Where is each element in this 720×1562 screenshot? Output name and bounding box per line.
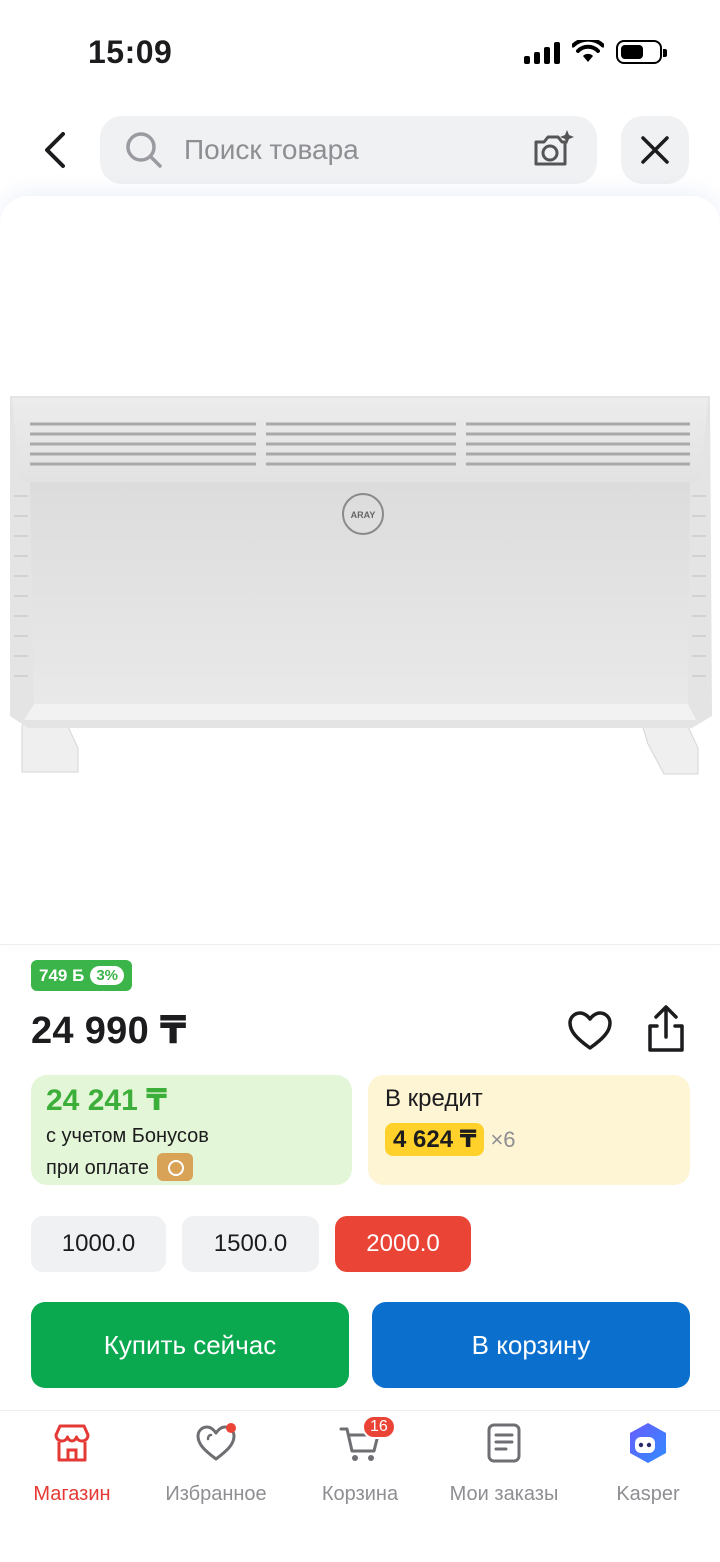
product-image-area[interactable]: ARAY — [0, 196, 720, 944]
kasper-icon — [630, 1423, 666, 1463]
close-icon — [641, 136, 669, 164]
signal-icon — [524, 40, 560, 64]
favorite-heart-icon[interactable] — [566, 1008, 614, 1056]
cart-badge: 16 — [362, 1415, 396, 1439]
camera-icon[interactable] — [531, 128, 575, 172]
nav-label-kasper: Kasper — [616, 1483, 680, 1505]
add-to-cart-button[interactable]: В корзину — [372, 1302, 690, 1388]
bonus-percent: 3% — [90, 966, 124, 985]
bottom-nav: Магазин Избранное 16 Корзина Мои заказы — [0, 1410, 720, 1562]
favorites-dot — [226, 1423, 236, 1433]
back-arrow-icon — [45, 132, 65, 168]
nav-shop[interactable]: Магазин — [0, 1421, 144, 1506]
nav-orders[interactable]: Мои заказы — [432, 1421, 576, 1506]
payment-bonus-icon — [157, 1152, 194, 1181]
nav-kasper[interactable]: Kasper — [576, 1421, 720, 1506]
divider — [0, 944, 720, 945]
credit-row: 4 624 ₸ ×6 — [385, 1123, 673, 1156]
credit-card[interactable]: В кредит 4 624 ₸ ×6 — [368, 1075, 690, 1185]
bonus-line-1: с учетом Бонусов — [46, 1125, 209, 1147]
nav-label-shop: Магазин — [33, 1483, 111, 1505]
battery-icon — [616, 40, 667, 64]
nav-favorites[interactable]: Избранное — [144, 1421, 288, 1506]
svg-text:ARAY: ARAY — [351, 510, 376, 520]
search-input[interactable] — [184, 134, 504, 166]
nav-label-cart: Корзина — [321, 1483, 399, 1505]
shop-icon — [54, 1424, 90, 1462]
bonus-line-2-row: при оплате — [46, 1152, 337, 1183]
nav-label-orders: Мои заказы — [449, 1483, 559, 1505]
bonus-line-2: при оплате — [46, 1157, 150, 1179]
status-icons — [524, 40, 667, 64]
option-1500[interactable]: 1500.0 — [182, 1216, 319, 1272]
search-bar[interactable] — [100, 116, 597, 184]
buy-now-button[interactable]: Купить сейчас — [31, 1302, 349, 1388]
bonus-price: 24 241 ₸ — [46, 1084, 167, 1117]
search-header — [0, 116, 720, 186]
close-button[interactable] — [621, 116, 689, 184]
wifi-icon — [572, 40, 604, 62]
back-button[interactable] — [28, 122, 84, 178]
credit-title: В кредит — [385, 1085, 483, 1112]
option-1000[interactable]: 1000.0 — [31, 1216, 166, 1272]
orders-icon — [487, 1423, 521, 1463]
nav-label-favorites: Избранное — [165, 1483, 267, 1505]
heart-icon — [194, 1421, 238, 1465]
credit-amount: 4 624 ₸ — [385, 1123, 485, 1156]
bonus-price-card[interactable]: 24 241 ₸ с учетом Бонусов при оплате — [31, 1075, 352, 1185]
bonus-badge: 749 Б 3% — [31, 960, 132, 991]
product-price: 24 990 ₸ — [31, 1010, 187, 1052]
nav-cart[interactable]: 16 Корзина — [288, 1415, 432, 1506]
option-2000[interactable]: 2000.0 — [335, 1216, 471, 1272]
credit-months: ×6 — [490, 1126, 516, 1152]
status-time: 15:09 — [88, 34, 173, 70]
share-icon[interactable] — [642, 1004, 690, 1056]
status-bar: 15:09 — [0, 0, 720, 100]
search-icon — [124, 130, 164, 170]
bonus-amount: 749 Б — [39, 965, 85, 985]
cart-icon: 16 — [338, 1415, 396, 1465]
product-image: ARAY — [10, 396, 712, 775]
